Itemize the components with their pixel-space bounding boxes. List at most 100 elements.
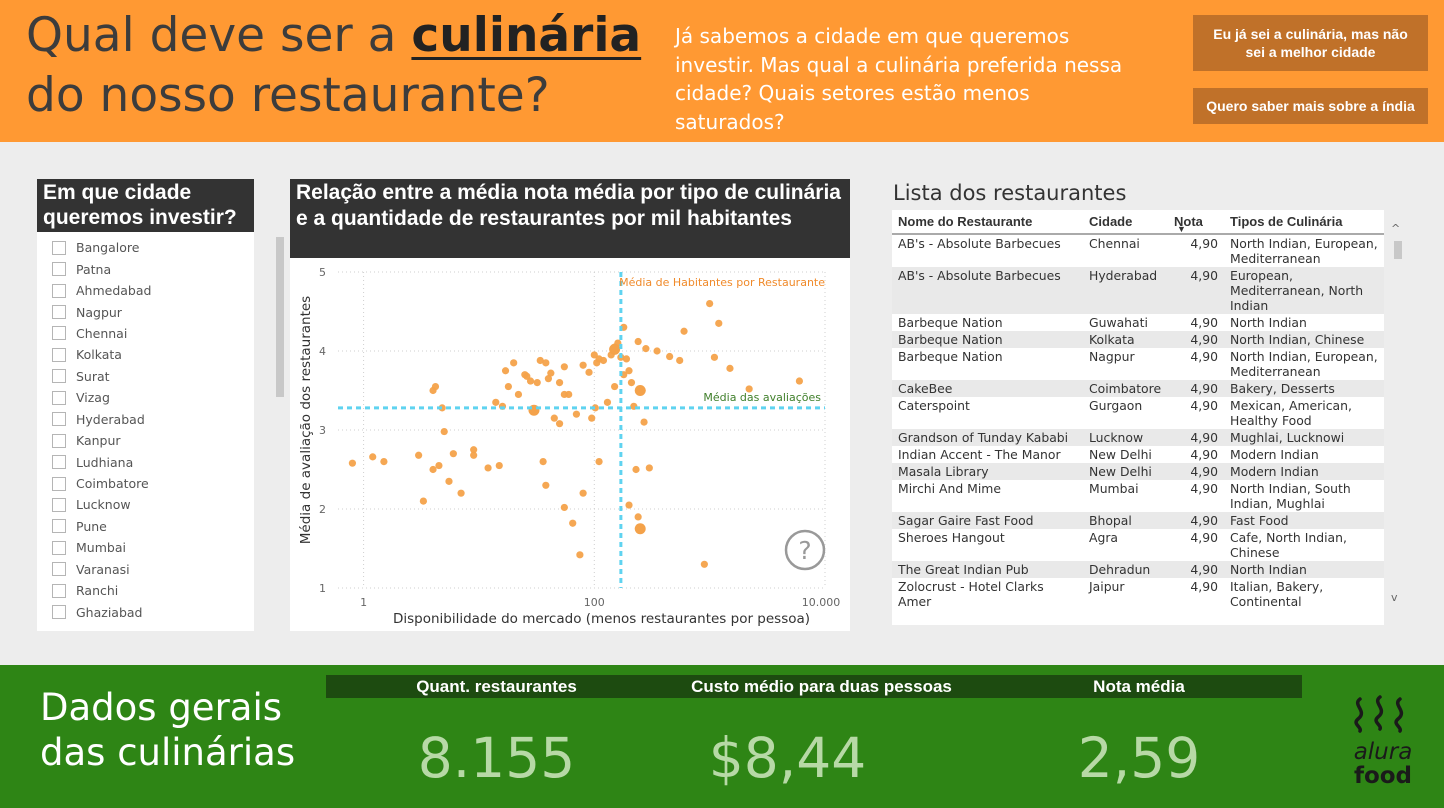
cell-rating: 4,90 <box>1190 398 1218 413</box>
city-option[interactable]: Vizag <box>37 387 247 408</box>
city-option[interactable]: Ludhiana <box>37 451 247 472</box>
city-option[interactable]: Nagpur <box>37 301 247 322</box>
city-label: Hyderabad <box>76 411 145 427</box>
table-row[interactable]: Zolocrust - Hotel Clarks Amer Jaipur 4,90 I… <box>892 578 1384 610</box>
data-point <box>625 367 633 375</box>
table-row[interactable]: AB's - Absolute Barbecues Chennai 4,90 Nort… <box>892 234 1384 267</box>
checkbox[interactable] <box>52 497 66 512</box>
column-header-rating[interactable]: Nota ▼ <box>1168 210 1224 235</box>
header-banner: Qual deve ser a culinária do nosso restau… <box>0 0 1444 142</box>
table-row[interactable]: Sagar Gaire Fast Food Bhopal 4,90 Fast Food <box>892 512 1384 529</box>
city-option[interactable]: Chennai <box>37 323 247 344</box>
checkbox[interactable] <box>52 562 66 577</box>
checkbox[interactable] <box>52 455 66 470</box>
city-label: Kolkata <box>76 347 122 363</box>
checkbox[interactable] <box>52 583 66 598</box>
cell-city: Mumbai <box>1089 481 1139 496</box>
data-point <box>415 451 423 459</box>
city-option[interactable]: Mumbai <box>37 537 247 558</box>
city-slicer: Em que cidade queremos investir? Bangalo… <box>37 179 284 631</box>
cell-name: Indian Accent - The Manor <box>898 447 1061 462</box>
logo-text-food: food <box>1354 763 1412 789</box>
table-row[interactable]: CakeBee Coimbatore 4,90 Bakery, Desserts <box>892 380 1384 397</box>
city-option[interactable]: Kolkata <box>37 344 247 365</box>
table-row[interactable]: Sheroes Hangout Agra 4,90 Cafe, North India… <box>892 529 1384 561</box>
checkbox[interactable] <box>52 283 66 298</box>
table-row[interactable]: The Great Indian Pub Dehradun 4,90 North In… <box>892 561 1384 578</box>
city-option[interactable]: Patna <box>37 258 247 279</box>
data-point <box>640 418 648 426</box>
city-label: Vizag <box>76 390 110 406</box>
cell-rating: 4,90 <box>1190 315 1218 330</box>
checkbox[interactable] <box>52 390 66 405</box>
slicer-title: Em que cidade queremos investir? <box>37 179 254 232</box>
sort-descending-icon: ▼ <box>1177 224 1186 234</box>
checkbox[interactable] <box>52 605 66 620</box>
scroll-up-icon[interactable]: ^ <box>1391 222 1400 235</box>
cell-name: Masala Library <box>892 463 1083 480</box>
cell-city: Hyderabad <box>1083 267 1168 314</box>
checkbox[interactable] <box>52 412 66 427</box>
checkbox[interactable] <box>52 262 66 277</box>
logo-text-alura: alura <box>1354 739 1413 765</box>
checkbox[interactable] <box>52 347 66 362</box>
cell-name: AB's - Absolute Barbecues <box>898 236 1061 251</box>
data-point <box>555 420 564 428</box>
data-point <box>634 523 646 535</box>
city-label: Chennai <box>76 325 128 341</box>
scroll-down-icon[interactable]: v <box>1391 591 1398 604</box>
india-info-button[interactable]: Quero saber mais sobre a índia <box>1193 88 1428 124</box>
cell-rating: 4,90 <box>1190 349 1218 364</box>
city-option[interactable]: Varanasi <box>37 559 247 580</box>
title-suffix: do nosso restaurante? <box>26 68 550 123</box>
checkbox[interactable] <box>52 326 66 341</box>
data-point <box>484 464 492 472</box>
table-row[interactable]: Indian Accent - The Manor New Delhi 4,90 Mo… <box>892 446 1384 463</box>
table-row[interactable]: Mirchi And Mime Mumbai 4,90 North Indian, S… <box>892 480 1384 512</box>
city-option[interactable]: Kanpur <box>37 430 247 451</box>
city-label: Lucknow <box>76 497 131 513</box>
avg-rating-label: Média das avaliações <box>703 391 821 404</box>
cell-city: Nagpur <box>1089 349 1135 364</box>
checkbox[interactable] <box>52 240 66 255</box>
table-row[interactable]: Grandson of Tunday Kababi Lucknow 4,90 Mugh… <box>892 429 1384 446</box>
city-option[interactable]: Coimbatore <box>37 473 247 494</box>
checkbox[interactable] <box>52 369 66 384</box>
x-axis-title: Disponibilidade do mercado (menos restau… <box>393 611 810 627</box>
city-option[interactable]: Pune <box>37 516 247 537</box>
table-row[interactable]: Masala Library New Delhi 4,90 Modern Indian <box>892 463 1384 480</box>
table-row[interactable]: AB's - Absolute Barbecues Hyderabad 4,90 Eu… <box>892 267 1384 314</box>
city-option[interactable]: Bangalore <box>37 237 247 258</box>
city-option[interactable]: Lucknow <box>37 494 247 515</box>
kpi-label-rating: Nota média <box>976 675 1302 698</box>
cell-rating: 4,90 <box>1168 463 1224 480</box>
checkbox[interactable] <box>52 519 66 534</box>
checkbox[interactable] <box>52 433 66 448</box>
table-scrollbar-thumb[interactable] <box>1394 241 1402 259</box>
city-option[interactable]: Ahmedabad <box>37 280 247 301</box>
city-list: Bangalore Patna Ahmedabad Nagpur Chennai Kolk… <box>37 237 247 623</box>
data-point <box>603 398 612 406</box>
cell-rating: 4,90 <box>1168 380 1224 397</box>
column-header-city[interactable]: Cidade <box>1083 210 1168 235</box>
slicer-scrollbar[interactable] <box>276 237 284 397</box>
city-option[interactable]: Surat <box>37 366 247 387</box>
y-tick-label: 5 <box>319 266 326 279</box>
checkbox[interactable] <box>52 476 66 491</box>
table-row[interactable]: Barbeque Nation Guwahati 4,90 North Indian <box>892 314 1384 331</box>
data-point <box>547 369 555 377</box>
table-row[interactable]: Caterspoint Gurgaon 4,90 Mexican, American,… <box>892 397 1384 429</box>
table-row[interactable]: Barbeque Nation Kolkata 4,90 North Indian, … <box>892 331 1384 348</box>
checkbox[interactable] <box>52 540 66 555</box>
table-row[interactable]: Barbeque Nation Nagpur 4,90 North Indian, E… <box>892 348 1384 380</box>
know-cuisine-button[interactable]: Eu já sei a culinária, mas não sei a mel… <box>1193 15 1428 71</box>
column-header-name[interactable]: Nome do Restaurante <box>892 210 1083 235</box>
city-option[interactable]: Hyderabad <box>37 409 247 430</box>
city-option[interactable]: Ghaziabad <box>37 601 247 622</box>
checkbox[interactable] <box>52 305 66 320</box>
column-header-cuisines[interactable]: Tipos de Culinária <box>1224 210 1384 235</box>
data-point <box>627 379 636 387</box>
restaurant-table-wrap: Nome do Restaurante Cidade Nota ▼ Tipos d… <box>892 210 1384 625</box>
data-point <box>457 489 465 497</box>
city-option[interactable]: Ranchi <box>37 580 247 601</box>
